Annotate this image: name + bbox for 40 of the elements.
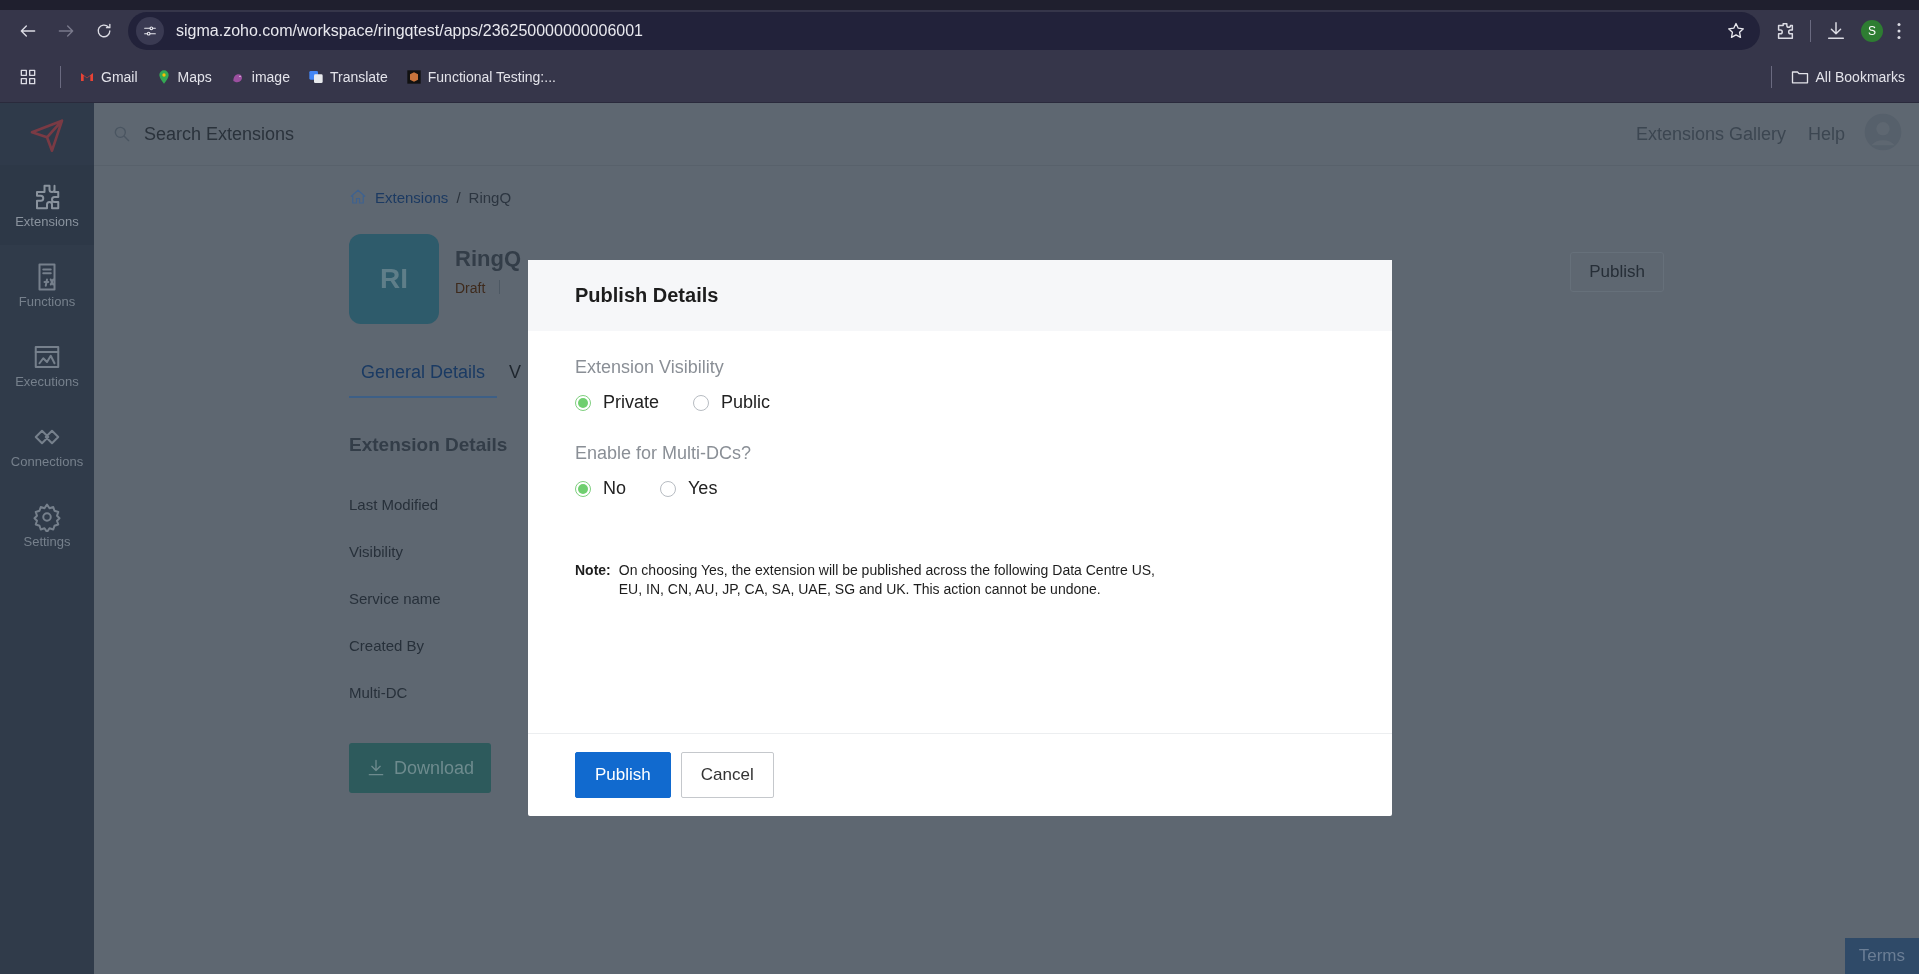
sidebar-item[interactable]: Connections	[0, 405, 94, 485]
sidebar-item[interactable]: Settings	[0, 485, 94, 565]
download-icon	[1825, 20, 1847, 42]
detail-label: Last Modified	[349, 496, 439, 513]
profile-avatar[interactable]: S	[1861, 20, 1883, 42]
field-label: Enable for Multi-DCs?	[575, 443, 753, 464]
detail-label: Visibility	[349, 543, 403, 560]
radio-option[interactable]: Private	[575, 392, 660, 413]
address-bar[interactable]: sigma.zoho.com/workspace/ringqtest/apps/236250000000006001	[128, 12, 1760, 50]
sidebar-item[interactable]: Functions	[0, 245, 94, 325]
radio-option[interactable]: Public	[693, 392, 771, 413]
status-text: Draft	[455, 280, 486, 296]
bookmark[interactable]: Gmail	[79, 69, 138, 85]
menu-dots-icon	[1897, 22, 1901, 40]
all-bookmarks-button[interactable]: All Bookmarks	[1789, 67, 1905, 87]
note-label: Note:	[575, 561, 611, 580]
sidebar-item[interactable]: Executions	[0, 325, 94, 405]
cancel-button[interactable]: Cancel	[680, 752, 774, 798]
dialog-title: Publish Details	[528, 260, 1392, 331]
radio-option[interactable]: Yes	[660, 478, 718, 499]
bookmark[interactable]: Maps	[155, 69, 212, 85]
field-label: Extension Visibility	[575, 357, 725, 378]
detail-label: Multi-DC	[349, 684, 408, 701]
breadcrumb-separator: /	[456, 188, 461, 206]
sliders-icon	[142, 23, 158, 39]
bookmark[interactable]: image	[229, 69, 290, 85]
radio-option[interactable]: No	[575, 478, 626, 499]
translate-icon	[307, 69, 324, 85]
cube-icon	[405, 69, 422, 85]
note-text: On choosing Yes, the extension will be published across the following Data Centre US, EU, IN, CN, AU, JP, CA, SA, UAE, SG and UK. This action cannot be undone.	[618, 561, 1155, 599]
home-icon	[349, 188, 367, 206]
detail-label: Created By	[349, 637, 425, 654]
star-icon	[1726, 21, 1746, 41]
bookmark[interactable]: Functional Testing:...	[405, 69, 556, 85]
site-settings-button[interactable]	[136, 17, 164, 45]
url-text: sigma.zoho.com/workspace/ringqtest/apps/236250000000006001	[176, 22, 644, 40]
publish-button[interactable]: Publish	[575, 752, 671, 798]
settings-icon	[32, 501, 62, 532]
bookmark[interactable]: Translate	[307, 69, 388, 85]
grid-icon	[18, 67, 38, 87]
